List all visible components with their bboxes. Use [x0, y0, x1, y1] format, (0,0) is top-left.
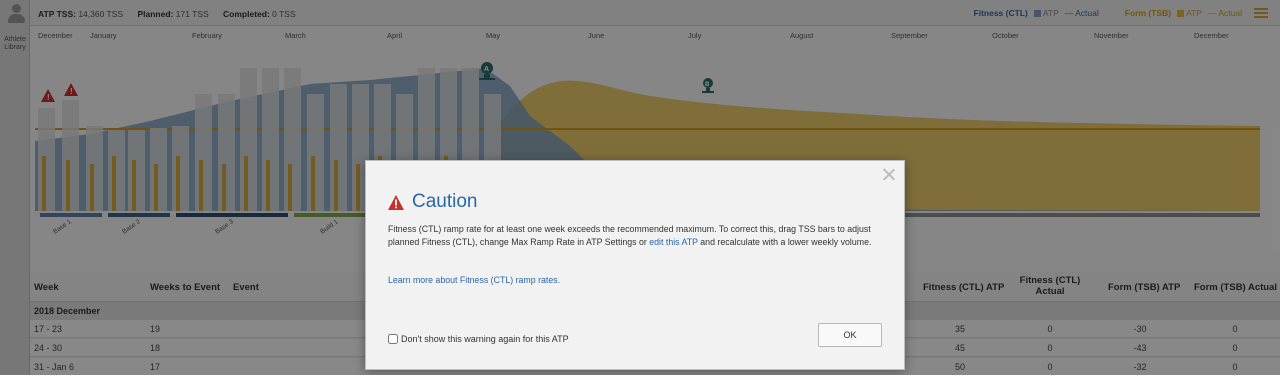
dont-show-again-label: Don't show this warning again for this A… — [401, 334, 569, 344]
ok-button[interactable]: OK — [818, 323, 882, 347]
warning-icon — [388, 194, 404, 210]
learn-more-link[interactable]: Learn more about Fitness (CTL) ramp rate… — [388, 275, 560, 285]
dialog-title-text: Caution — [412, 191, 478, 212]
edit-atp-link[interactable]: edit this ATP — [649, 237, 698, 247]
caution-dialog: Caution Fitness (CTL) ramp rate for at l… — [365, 160, 905, 370]
close-icon[interactable] — [882, 167, 896, 181]
dont-show-again-input[interactable] — [388, 334, 398, 344]
dialog-title: Caution — [388, 191, 478, 213]
dont-show-again-checkbox[interactable]: Don't show this warning again for this A… — [388, 334, 569, 344]
dialog-message: Fitness (CTL) ramp rate for at least one… — [388, 224, 872, 247]
